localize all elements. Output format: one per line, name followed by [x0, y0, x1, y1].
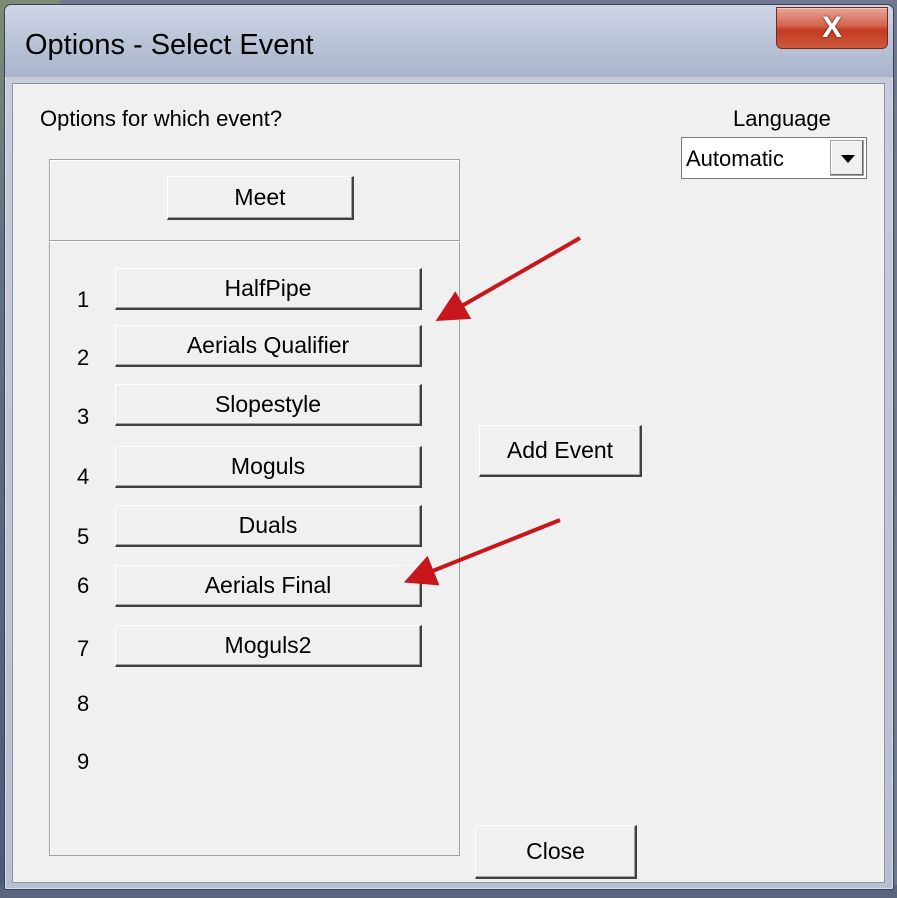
annotation-arrows: [403, 236, 581, 586]
annotation-arrow-aerials-final: [403, 518, 561, 586]
annotation-arrow-aerials-qualifier: [435, 236, 581, 321]
